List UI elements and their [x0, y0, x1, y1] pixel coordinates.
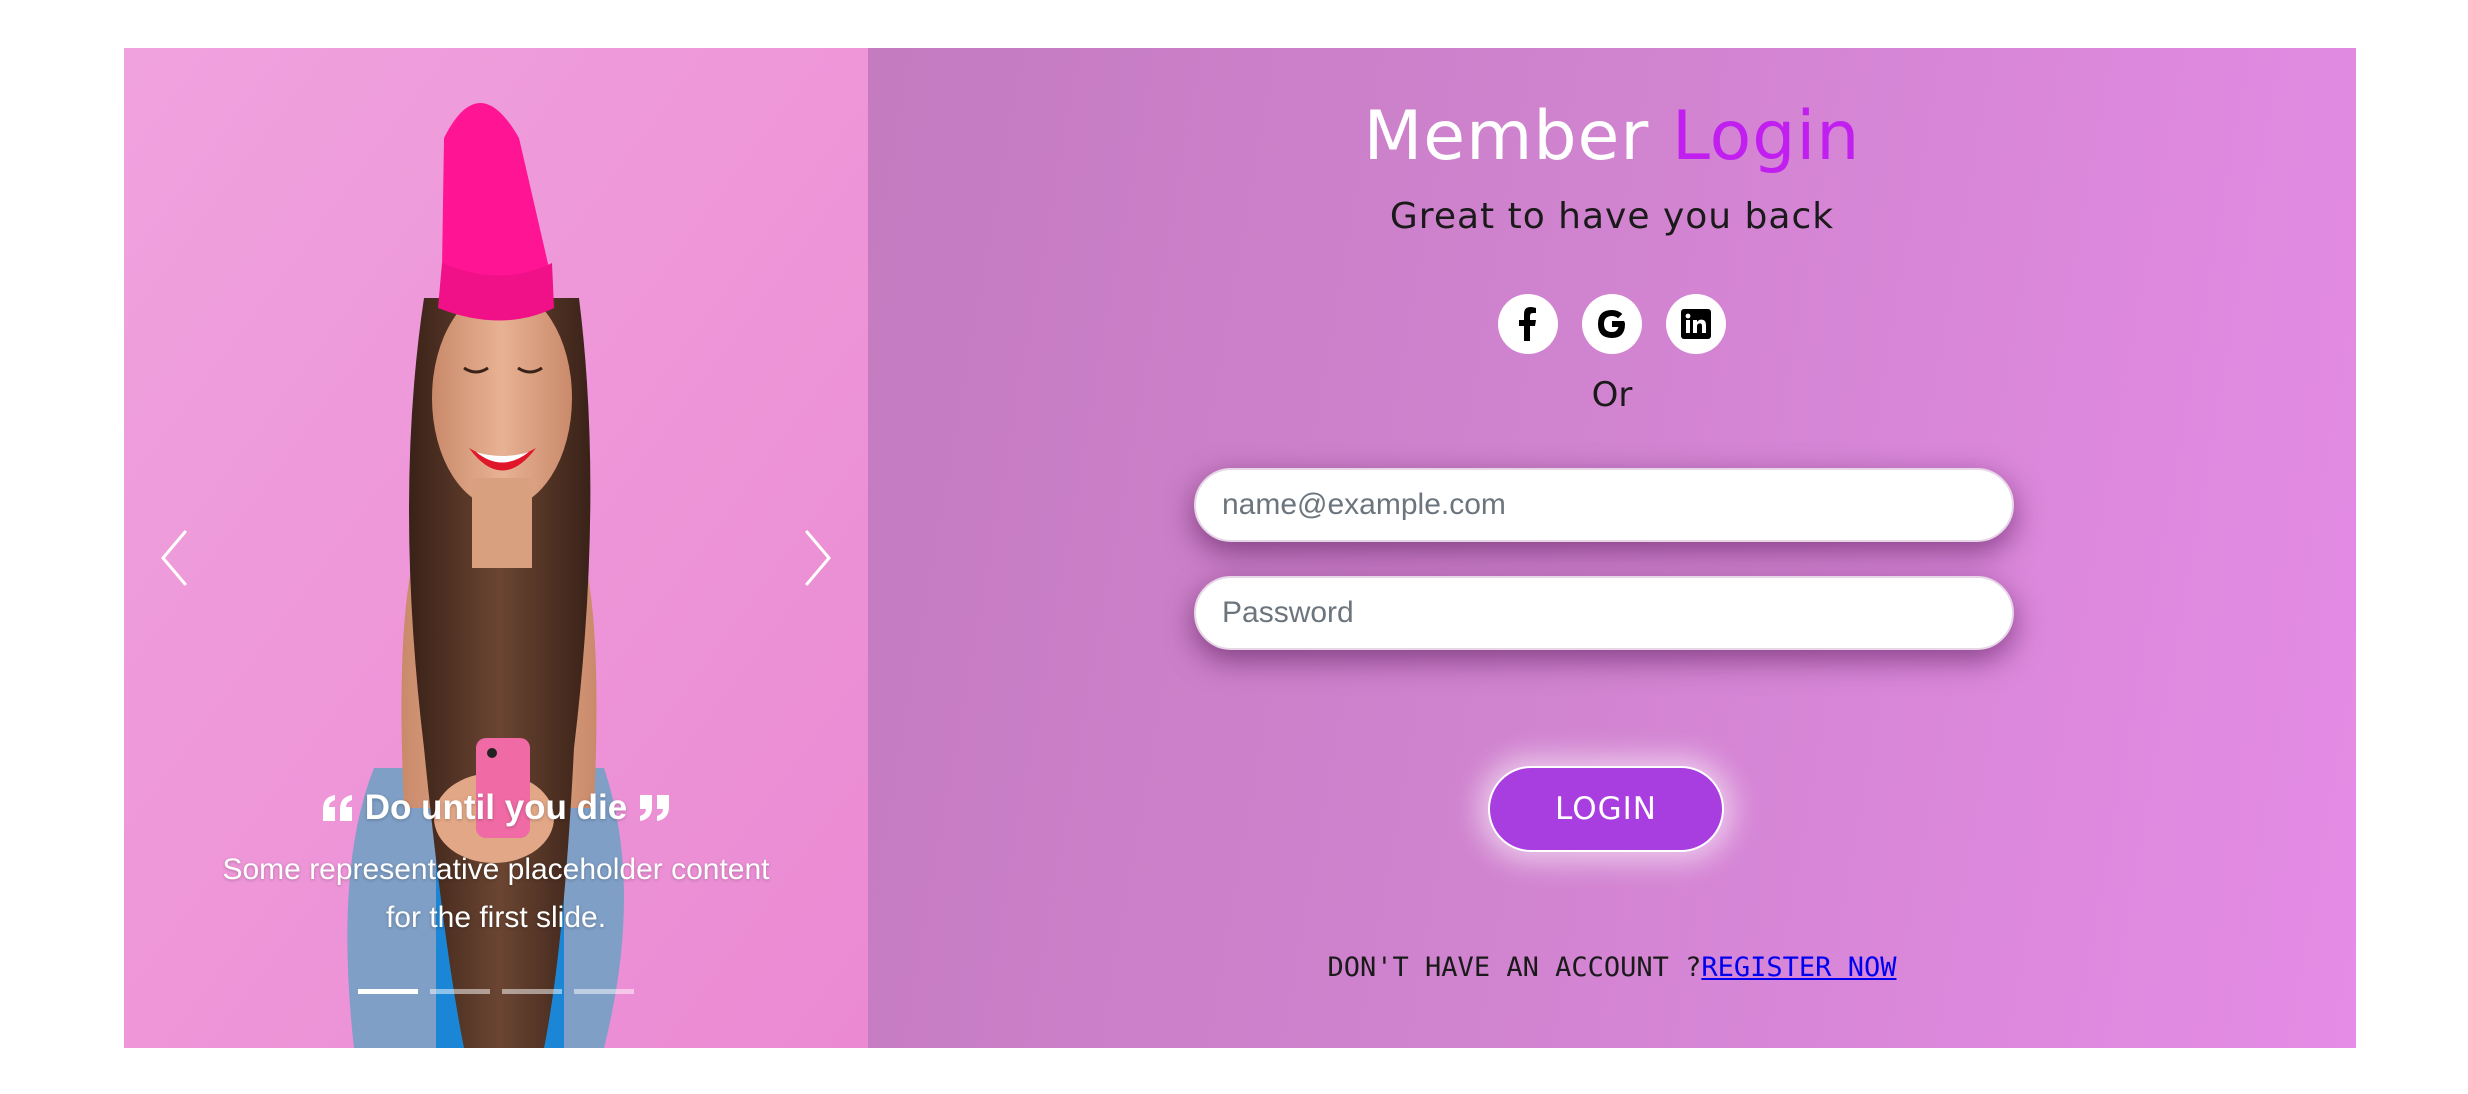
carousel-indicator[interactable]	[430, 989, 490, 994]
register-prompt: DON'T HAVE AN ACCOUNT ?REGISTER NOW	[868, 948, 2356, 988]
chevron-left-icon	[161, 530, 187, 586]
password-field[interactable]	[1194, 576, 2014, 650]
quote-left-icon	[322, 795, 352, 821]
carousel-caption: Do until you die Some representative pla…	[214, 778, 778, 942]
google-icon	[1598, 310, 1625, 338]
login-panel: Member Login Great to have you back Or n…	[868, 48, 2356, 1048]
carousel-indicators	[124, 989, 868, 994]
linkedin-icon	[1681, 309, 1711, 339]
or-divider-text: Or	[1591, 375, 1633, 415]
login-card: Do until you die Some representative pla…	[124, 48, 2356, 1048]
carousel-indicator[interactable]	[502, 989, 562, 994]
chevron-right-icon	[805, 530, 831, 586]
facebook-icon	[1519, 307, 1536, 341]
carousel-indicator[interactable]	[358, 989, 418, 994]
page-title: Member Login	[868, 92, 2356, 182]
login-button[interactable]: LOGIN	[1488, 766, 1724, 852]
email-field[interactable]	[1194, 468, 2014, 542]
register-prompt-text: DON'T HAVE AN ACCOUNT ?	[1327, 952, 1702, 983]
caption-quote: Do until you die	[364, 788, 628, 827]
quote-right-icon	[640, 795, 670, 821]
title-part-login: Login	[1671, 97, 1861, 176]
image-carousel: Do until you die Some representative pla…	[124, 48, 868, 1048]
carousel-next-button[interactable]	[788, 518, 848, 598]
google-login-button[interactable]	[1582, 294, 1642, 354]
title-part-member: Member	[1363, 97, 1650, 176]
page-subtitle: Great to have you back	[1389, 196, 1835, 237]
caption-heading: Do until you die	[214, 778, 778, 838]
carousel-prev-button[interactable]	[144, 518, 204, 598]
social-login-group	[868, 294, 2356, 354]
facebook-login-button[interactable]	[1498, 294, 1558, 354]
register-now-link[interactable]: REGISTER NOW	[1701, 952, 1896, 983]
carousel-indicator[interactable]	[574, 989, 634, 994]
caption-text: Some representative placeholder content …	[222, 853, 770, 934]
linkedin-login-button[interactable]	[1666, 294, 1726, 354]
